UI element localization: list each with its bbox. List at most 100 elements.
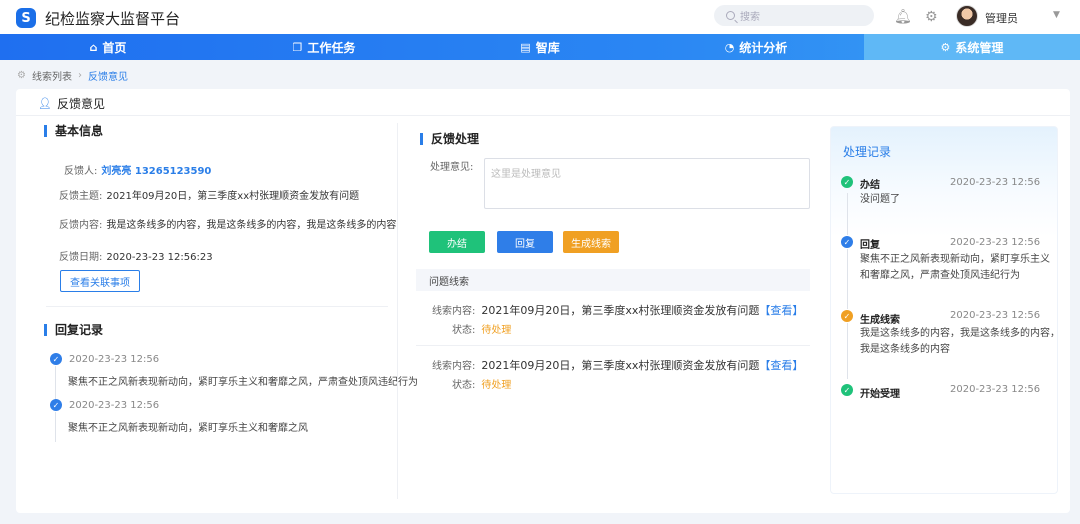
breadcrumb-current: 反馈意见 [87, 72, 128, 83]
issue-clues-header: 问题线索 [416, 269, 810, 291]
check-icon: ✓ [841, 236, 853, 248]
home-icon: ⌂ [89, 40, 98, 54]
divider [416, 345, 810, 346]
nav-tasks[interactable]: ❐ 工作任务 [216, 34, 432, 60]
record-text: 我是这条线多的内容，我是这条线多的内容， [860, 328, 1060, 339]
main-nav: ⌂ 首页 ❐ 工作任务 ▤ 智库 ◔ 统计分析 ⚙ 系统管理 [0, 34, 1080, 60]
nav-label: 系统管理 [955, 40, 1004, 55]
record-time: 2020-23-23 12:56 [950, 177, 1041, 188]
issue-status: 状态: 待处理 [452, 376, 511, 391]
generate-clue-button[interactable]: 生成线索 [563, 231, 619, 253]
feedback-content-value: 我是这条线多的内容，我是这条线多的内容，我是这条线多的内容 [106, 220, 397, 231]
reply-time: 2020-23-23 12:56 [69, 400, 160, 411]
feedback-content-label: 反馈内容: [59, 220, 103, 231]
feedback-topic: 反馈主题: 2021年09月20日，第三季度xx村张理顺资金发放有问题 [59, 187, 359, 202]
issue-content-label: 线索内容: [432, 306, 476, 317]
timeline-line [847, 323, 848, 379]
opinion-textarea[interactable]: 这里是处理意见 [484, 158, 810, 209]
app-title: 纪检监察大监督平台 [45, 10, 181, 28]
nav-library[interactable]: ▤ 智库 [432, 34, 648, 60]
nav-label: 智库 [535, 40, 560, 55]
settings-icon: ⚙ [17, 70, 26, 81]
timeline-line [55, 412, 56, 442]
issue-status-label: 状态: [452, 325, 476, 336]
record-title: 办结 [860, 180, 880, 191]
feedback-date: 反馈日期: 2020-23-23 12:56:23 [59, 248, 213, 263]
check-icon: ✓ [841, 384, 853, 396]
feedback-date-value: 2020-23-23 12:56:23 [106, 252, 213, 263]
process-records-panel: 处理记录 ✓ 办结 2020-23-23 12:56 没问题了 ✓ 回复 202… [830, 126, 1060, 494]
pie-chart-icon: ◔ [724, 40, 735, 54]
page-title: 👤︎ 反馈意见 [38, 95, 105, 112]
record-title: 开始受理 [860, 389, 900, 400]
breadcrumb: ⚙ 线索列表 › 反馈意见 [17, 68, 128, 83]
timeline-line [55, 366, 56, 402]
process-records-heading: 处理记录 [843, 145, 892, 159]
reply-text: 聚焦不正之风新表现新动向，紧盯享乐主义和奢靡之风，严肃查处顶风违纪行为 [68, 377, 418, 388]
reply-button[interactable]: 回复 [497, 231, 553, 253]
username[interactable]: 管理员 [985, 10, 1018, 26]
app-logo: S [16, 8, 36, 28]
view-issue-link[interactable]: 【查看】 [759, 359, 803, 372]
avatar[interactable] [956, 5, 978, 27]
view-related-button[interactable]: 查看关联事项 [60, 270, 140, 292]
issue-clues-title: 问题线索 [429, 276, 469, 288]
feedback-processing-heading: 反馈处理 [420, 133, 479, 145]
issue-status: 状态: 待处理 [452, 321, 511, 336]
issue-row: 线索内容: 2021年09月20日，第三季度xx村张理顺资金发放有问题【查看】 [432, 302, 803, 318]
nav-system[interactable]: ⚙ 系统管理 [864, 34, 1080, 60]
reply-records-heading: 回复记录 [44, 324, 103, 336]
record-text: 和奢靡之风，严肃查处顶风违纪行为 [860, 270, 1020, 281]
view-issue-link[interactable]: 【查看】 [759, 304, 803, 317]
status-badge: 待处理 [481, 380, 512, 391]
library-icon: ▤ [520, 40, 531, 54]
search-input[interactable]: 搜索 [714, 5, 874, 26]
nav-label: 统计分析 [739, 40, 788, 55]
timeline-line [847, 249, 848, 309]
settings-gear-icon[interactable]: ⚙ [925, 9, 938, 25]
check-icon: ✓ [50, 399, 62, 411]
nav-statistics[interactable]: ◔ 统计分析 [648, 34, 864, 60]
finish-button[interactable]: 办结 [429, 231, 485, 253]
issue-row: 线索内容: 2021年09月20日，第三季度xx村张理顺资金发放有问题【查看】 [432, 357, 803, 373]
opinion-label: 处理意见: [430, 162, 474, 173]
timeline-line [847, 193, 848, 235]
task-icon: ❐ [292, 40, 303, 54]
record-time: 2020-23-23 12:56 [950, 310, 1041, 321]
reply-time: 2020-23-23 12:56 [69, 354, 160, 365]
chevron-right-icon: › [77, 70, 82, 81]
feedback-topic-value: 2021年09月20日，第三季度xx村张理顺资金发放有问题 [106, 191, 360, 202]
check-icon: ✓ [50, 353, 62, 365]
chevron-down-icon[interactable]: ▼ [1053, 10, 1060, 20]
search-placeholder: 搜索 [740, 12, 760, 23]
feedback-card: 👤︎ 反馈意见 基本信息 反馈人: 刘亮亮 13265123590 反馈主题: 20… [16, 89, 1070, 513]
feedback-person-value: 刘亮亮 13265123590 [101, 166, 212, 177]
check-icon: ✓ [841, 176, 853, 188]
issue-content: 2021年09月20日，第三季度xx村张理顺资金发放有问题 [481, 359, 760, 372]
record-title: 生成线索 [860, 315, 900, 326]
feedback-topic-label: 反馈主题: [59, 191, 103, 202]
basic-info-heading: 基本信息 [44, 125, 103, 137]
user-icon: 👤︎ [38, 97, 52, 110]
reply-text: 聚焦不正之风新表现新动向，紧盯享乐主义和奢靡之风 [68, 423, 308, 434]
nav-label: 首页 [102, 40, 127, 55]
check-icon: ✓ [841, 310, 853, 322]
record-text: 我是这条线多的内容 [860, 344, 950, 355]
search-icon [726, 11, 735, 20]
record-text: 没问题了 [860, 194, 900, 205]
feedback-person: 反馈人: 刘亮亮 13265123590 [64, 162, 211, 177]
page-title-text: 反馈意见 [56, 97, 105, 111]
nav-label: 工作任务 [307, 40, 356, 55]
nav-home[interactable]: ⌂ 首页 [0, 34, 216, 60]
gear-icon: ⚙ [940, 40, 951, 54]
breadcrumb-parent[interactable]: 线索列表 [32, 68, 72, 83]
status-badge: 待处理 [481, 325, 512, 336]
issue-content-label: 线索内容: [432, 361, 476, 372]
divider [46, 306, 388, 307]
bell-icon[interactable]: 🔔︎ [894, 9, 912, 25]
issue-status-label: 状态: [452, 380, 476, 391]
column-divider [397, 123, 398, 499]
record-title: 回复 [860, 240, 880, 251]
feedback-person-label: 反馈人: [64, 166, 98, 177]
top-header: S 纪检监察大监督平台 搜索 🔔︎ ⚙ 管理员 ▼ [0, 0, 1080, 34]
